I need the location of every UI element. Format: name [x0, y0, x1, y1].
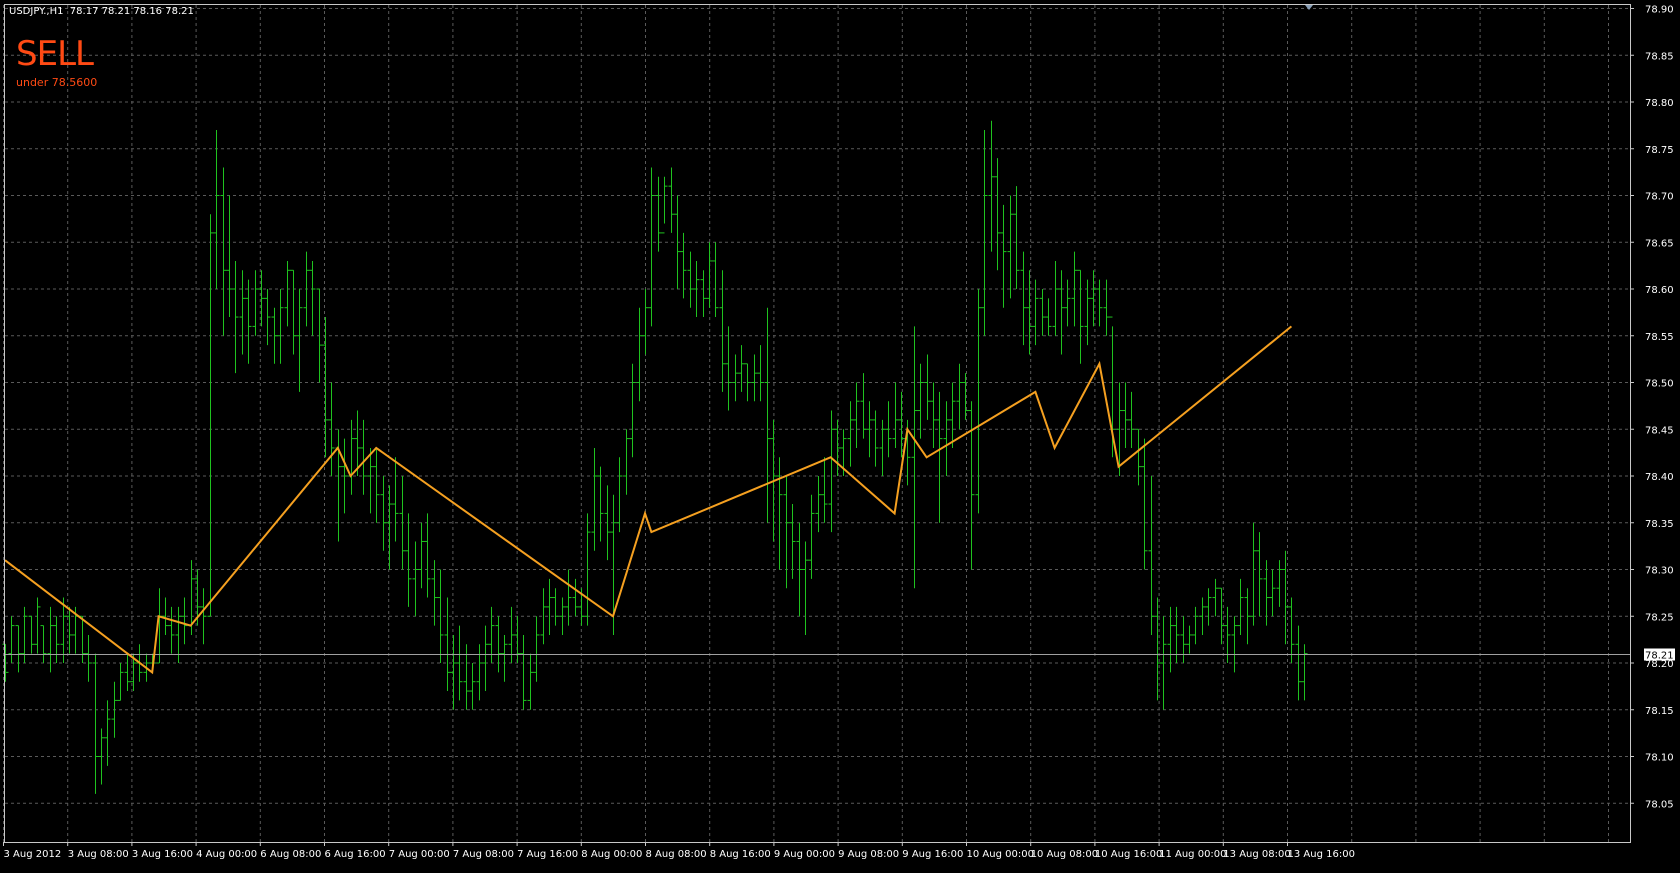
y-tick-label: 78.60	[1645, 285, 1674, 296]
x-tick-label: 8 Aug 16:00	[710, 849, 771, 860]
y-tick-label: 78.30	[1645, 566, 1674, 577]
x-tick-label: 10 Aug 08:00	[1031, 849, 1098, 860]
x-tick-label: 9 Aug 16:00	[902, 849, 963, 860]
y-tick-label: 78.45	[1645, 425, 1674, 436]
x-tick-label: 10 Aug 16:00	[1095, 849, 1162, 860]
chart-background	[0, 0, 1680, 869]
x-tick-label: 7 Aug 16:00	[517, 849, 578, 860]
x-tick-label: 3 Aug 08:00	[68, 849, 129, 860]
x-tick-label: 11 Aug 00:00	[1159, 849, 1226, 860]
y-tick-label: 78.65	[1645, 238, 1674, 249]
x-tick-label: 6 Aug 08:00	[260, 849, 321, 860]
x-tick-label: 7 Aug 00:00	[389, 849, 450, 860]
y-tick-label: 78.05	[1645, 799, 1674, 810]
x-tick-label: 3 Aug 16:00	[132, 849, 193, 860]
x-tick-label: 8 Aug 00:00	[581, 849, 642, 860]
x-tick-label: 7 Aug 08:00	[453, 849, 514, 860]
chart-canvas[interactable]: 78.90 78.85 78.80 78.75 78.70 78.65 78.60 78.55…	[0, 0, 1680, 869]
x-tick-label: 13 Aug 16:00	[1288, 849, 1355, 860]
y-tick-label: 78.75	[1645, 145, 1674, 156]
y-tick-label: 78.70	[1645, 192, 1674, 203]
x-tick-label: 13 Aug 08:00	[1223, 849, 1290, 860]
x-tick-label: 6 Aug 16:00	[325, 849, 386, 860]
y-tick-label: 78.55	[1645, 332, 1674, 343]
x-tick-label: 3 Aug 2012	[4, 849, 62, 860]
signal-label: SELL	[16, 34, 94, 74]
x-tick-label: 9 Aug 08:00	[838, 849, 899, 860]
x-tick-label: 10 Aug 00:00	[967, 849, 1034, 860]
x-tick-label: 8 Aug 08:00	[646, 849, 707, 860]
x-tick-label: 9 Aug 00:00	[774, 849, 835, 860]
y-tick-label: 78.50	[1645, 379, 1674, 390]
y-tick-label: 78.15	[1645, 706, 1674, 717]
y-tick-label: 78.80	[1645, 98, 1674, 109]
y-tick-label: 78.85	[1645, 51, 1674, 62]
y-tick-label: 78.25	[1645, 612, 1674, 623]
x-tick-label: 4 Aug 00:00	[196, 849, 257, 860]
current-price-label: 78.21	[1644, 648, 1675, 662]
current-price-value: 78.21	[1645, 651, 1674, 662]
y-tick-label: 78.90	[1645, 5, 1674, 16]
y-tick-label: 78.10	[1645, 753, 1674, 764]
price-chart[interactable]: 78.90 78.85 78.80 78.75 78.70 78.65 78.60 78.55…	[0, 0, 1680, 869]
y-tick-label: 78.35	[1645, 519, 1674, 530]
symbol-info: USDJPY.,H1 78.17 78.21 78.16 78.21	[9, 6, 194, 17]
signal-sublabel: under 78.5600	[16, 76, 98, 89]
y-tick-label: 78.40	[1645, 472, 1674, 483]
